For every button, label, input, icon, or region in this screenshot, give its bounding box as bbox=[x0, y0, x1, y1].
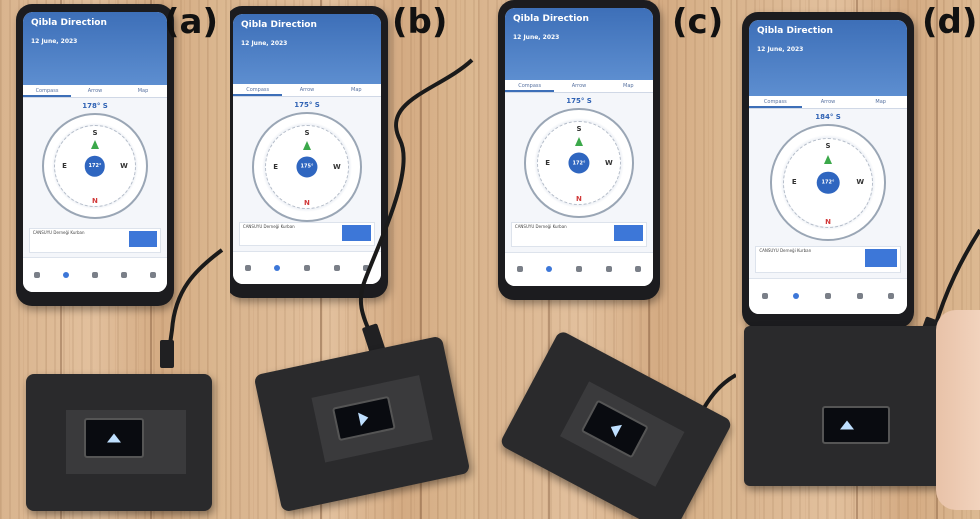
panel-d: Qibla Direction 12 June, 2023 Compass Ar… bbox=[736, 0, 980, 519]
direction-arrow-icon bbox=[840, 420, 855, 430]
panel-label-c: (c) bbox=[672, 2, 724, 42]
direction-arrow-icon bbox=[107, 433, 121, 443]
device-box bbox=[744, 326, 966, 486]
panel-b: Qibla Direction 12 June, 2023 Compass Ar… bbox=[230, 0, 478, 519]
oled-display bbox=[822, 406, 890, 444]
panel-a: Qibla Direction 12 June, 2023 Compass Ar… bbox=[0, 0, 230, 519]
direction-arrow-icon bbox=[607, 420, 623, 438]
oled-display bbox=[84, 418, 144, 458]
figure: Qibla Direction 12 June, 2023 Compass Ar… bbox=[0, 0, 980, 519]
device-box bbox=[26, 374, 212, 511]
hand bbox=[936, 310, 980, 510]
panel-label-d: (d) bbox=[922, 2, 978, 42]
panel-c: Qibla Direction 12 June, 2023 Compass Ar… bbox=[478, 0, 736, 519]
panel-label-a: (a) bbox=[164, 2, 219, 42]
panel-label-b: (b) bbox=[392, 2, 448, 42]
direction-arrow-icon bbox=[358, 410, 370, 427]
